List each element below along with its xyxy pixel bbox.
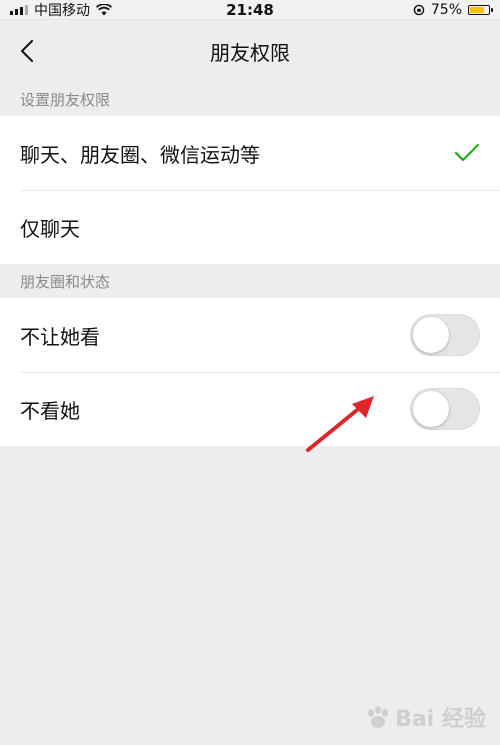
battery-icon [468, 4, 493, 15]
battery-percent: 75% [430, 1, 462, 18]
section-header-moments: 朋友圈和状态 [20, 272, 111, 291]
permissions-group: 聊天、朋友圈、微信运动等 仅聊天 [0, 116, 500, 264]
page-title: 朋友权限 [210, 40, 290, 65]
back-button[interactable] [14, 38, 40, 64]
signal-icon [10, 4, 28, 15]
status-right: 75% [413, 1, 493, 18]
option-label: 仅聊天 [20, 216, 80, 241]
watermark-text: Bai 经验 [395, 707, 486, 732]
wifi-icon [96, 3, 112, 15]
option-chat-moments-sports[interactable]: 聊天、朋友圈、微信运动等 [0, 116, 500, 190]
section-header-permissions: 设置朋友权限 [20, 90, 111, 109]
baidu-paw-icon [368, 706, 389, 728]
row-label: 不看她 [20, 398, 80, 423]
option-label: 聊天、朋友圈、微信运动等 [20, 142, 260, 167]
status-bar: 中国移动 21:48 75% [0, 0, 500, 20]
hide-my-moments-toggle[interactable] [410, 314, 480, 356]
chevron-left-icon [21, 40, 33, 62]
row-hide-my-moments: 不让她看 [0, 298, 500, 372]
hide-her-moments-toggle[interactable] [410, 388, 480, 430]
moments-group: 不让她看 不看她 [0, 298, 500, 446]
annotation-arrow-icon [306, 396, 374, 452]
baidu-watermark: Bai 经验 [365, 701, 486, 733]
checkmark-icon [454, 143, 480, 162]
orientation-lock-icon [413, 4, 425, 15]
row-label: 不让她看 [20, 324, 100, 349]
navigation-bar: 朋友权限 [0, 20, 500, 82]
row-hide-her-moments: 不看她 [0, 372, 500, 446]
status-time: 21:48 [226, 0, 274, 19]
carrier-name: 中国移动 [34, 2, 90, 19]
option-chat-only[interactable]: 仅聊天 [0, 190, 500, 264]
status-left: 中国移动 [10, 0, 112, 20]
